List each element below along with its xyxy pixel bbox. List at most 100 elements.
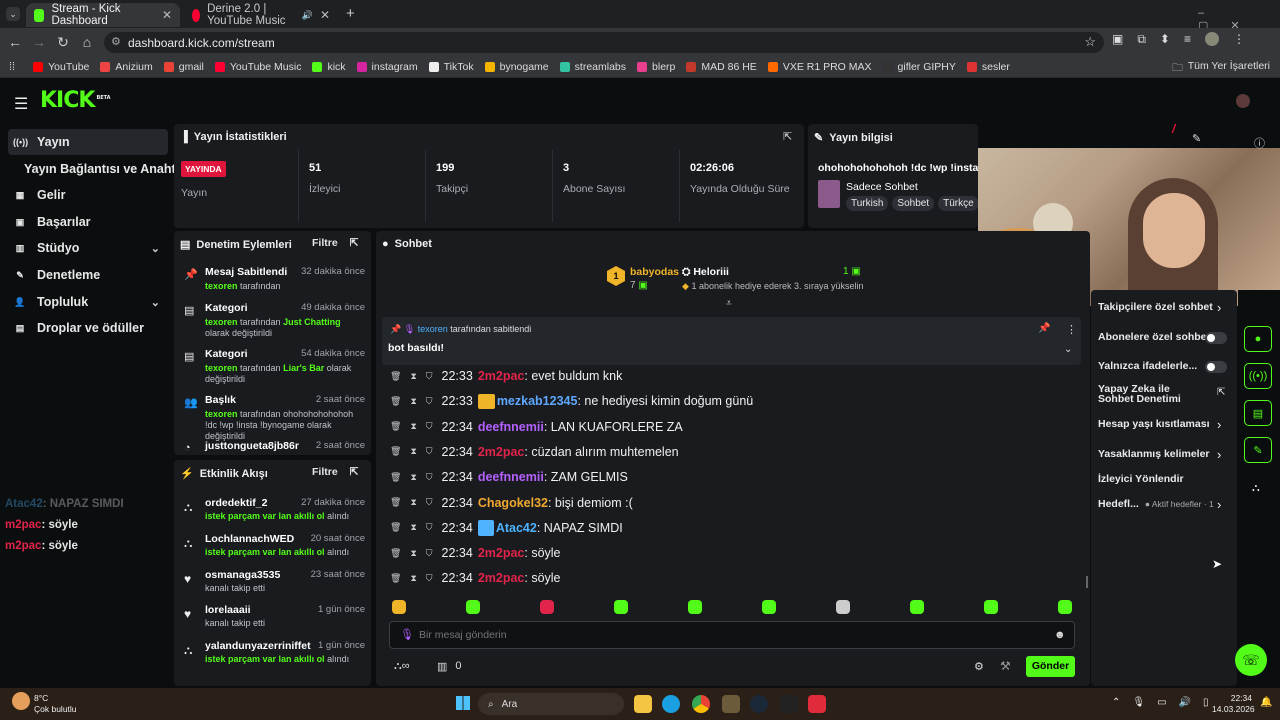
- more-actions-icon[interactable]: ⛬: [1252, 482, 1260, 495]
- gift-target-user[interactable]: ⛭ Heloriii: [682, 266, 729, 279]
- mod-user[interactable]: texoren: [205, 317, 238, 327]
- bookmark-item[interactable]: TikTok: [428, 61, 474, 73]
- tag[interactable]: Sohbet: [892, 196, 935, 211]
- points-icon[interactable]: ⛬∞: [394, 660, 410, 673]
- chevron-up-icon[interactable]: ⌃: [1112, 697, 1120, 708]
- bookmark-item[interactable]: blerp: [637, 61, 675, 73]
- timeout-icon[interactable]: ⧗: [410, 472, 416, 483]
- help-button[interactable]: ☏: [1235, 644, 1267, 676]
- timeout-icon[interactable]: ⧗: [410, 371, 416, 382]
- delete-icon[interactable]: 🗑: [390, 371, 401, 382]
- chat-setting-item[interactable]: Yasaklanmış kelimeler: [1098, 448, 1228, 460]
- bookmark-item[interactable]: VXE R1 PRO MAX: [767, 61, 872, 73]
- close-tab-icon[interactable]: ✕: [162, 8, 172, 22]
- chat-username[interactable]: 2m2pac: [478, 445, 525, 459]
- timeout-icon[interactable]: ⧗: [410, 446, 416, 457]
- delete-icon[interactable]: 🗑: [390, 472, 401, 483]
- emote-icon[interactable]: [392, 600, 406, 614]
- bookmark-item[interactable]: kick: [312, 61, 346, 73]
- chat-setting-item[interactable]: Takipçilere özel sohbet: [1098, 301, 1228, 313]
- chat-username[interactable]: mezkab12345: [497, 394, 578, 408]
- clock[interactable]: 22:34 14.03.2026: [1212, 693, 1255, 715]
- chevron-right-icon[interactable]: ›: [1217, 300, 1221, 315]
- apps-grid-icon[interactable]: ⁞⁞: [9, 61, 15, 73]
- chevron-down-icon[interactable]: ⌄: [151, 296, 160, 309]
- delete-icon[interactable]: 🗑: [390, 573, 401, 584]
- chevron-right-icon[interactable]: ›: [1217, 497, 1221, 512]
- bookmark-item[interactable]: YouTube Music: [214, 61, 301, 73]
- sidebar-item[interactable]: ▤ Droplar ve ödüller: [8, 315, 168, 341]
- address-bar[interactable]: ⚙ dashboard.kick.com/stream ☆: [104, 32, 1104, 53]
- chat-username[interactable]: Atac42: [496, 521, 537, 535]
- popout-icon[interactable]: ⇱: [783, 130, 792, 143]
- timeout-icon[interactable]: ⧗: [410, 548, 416, 559]
- kick-logo[interactable]: KICK BETA: [40, 88, 111, 113]
- forward-icon[interactable]: →: [27, 34, 51, 50]
- delete-icon[interactable]: 🗑: [390, 548, 401, 559]
- chat-username[interactable]: Chagokel32: [478, 496, 548, 510]
- tag[interactable]: Türkçe: [938, 196, 979, 211]
- audio-playing-icon[interactable]: 🔊: [302, 10, 313, 21]
- emote-icon[interactable]: [466, 600, 480, 614]
- bookmark-item[interactable]: streamlabs: [559, 61, 626, 73]
- hamburger-menu-icon[interactable]: ☰: [14, 94, 28, 114]
- pinned-by-user[interactable]: texoren: [418, 324, 448, 334]
- emote-icon[interactable]: [688, 600, 702, 614]
- menu-icon[interactable]: ⋮: [1233, 32, 1245, 47]
- bookmark-item[interactable]: Anizium: [100, 61, 153, 73]
- extension-icon[interactable]: ▣: [1112, 32, 1123, 47]
- sidebar-item[interactable]: ▥ Stüdyo ⌄: [8, 235, 168, 261]
- delete-icon[interactable]: 🗑: [390, 396, 401, 407]
- emote-icon[interactable]: [540, 600, 554, 614]
- delete-icon[interactable]: 🗑: [390, 421, 401, 432]
- puzzle-icon[interactable]: ⧉: [1137, 32, 1146, 47]
- chevron-right-icon[interactable]: ›: [1217, 417, 1221, 432]
- profile-avatar[interactable]: [1205, 32, 1219, 46]
- sidebar-item[interactable]: ▣ Başarılar: [8, 209, 168, 235]
- tag[interactable]: Turkish: [846, 196, 889, 211]
- downloads-icon[interactable]: ⬍: [1160, 32, 1170, 47]
- popout-icon[interactable]: ⇱: [350, 237, 359, 249]
- category-name[interactable]: Sadece Sohbet: [846, 181, 918, 193]
- chat-setting-item[interactable]: Hedefl... ● Aktif hedefler · 1: [1098, 498, 1228, 510]
- delete-icon[interactable]: 🗑: [390, 497, 401, 508]
- stack-action-button[interactable]: ▤: [1244, 400, 1272, 426]
- chat-input[interactable]: [419, 626, 1039, 644]
- chat-username[interactable]: 2m2pac: [478, 546, 525, 560]
- timeout-icon[interactable]: ⧗: [410, 396, 416, 407]
- chat-username[interactable]: deefnnemii: [478, 420, 544, 434]
- broadcast-action-button[interactable]: ((•)): [1244, 363, 1272, 389]
- bookmark-item[interactable]: gifler GIPHY: [882, 61, 956, 73]
- filter-button[interactable]: Filtre: [312, 237, 338, 249]
- edge-icon[interactable]: [662, 695, 680, 713]
- tab-youtube-music[interactable]: Derine 2.0 | YouTube Music 🔊 ✕: [184, 3, 338, 27]
- more-options-icon[interactable]: ⋮: [1066, 323, 1077, 336]
- expand-leaderboard-icon[interactable]: ⩡: [726, 298, 732, 309]
- sidebar-item[interactable]: 👤 Topluluk ⌄: [8, 289, 168, 315]
- mod-user[interactable]: texoren: [205, 363, 238, 373]
- emote-icon[interactable]: [614, 600, 628, 614]
- toggle-switch[interactable]: [1205, 361, 1227, 373]
- site-info-icon[interactable]: ⚙: [111, 35, 121, 48]
- bookmark-item[interactable]: YouTube: [33, 61, 89, 73]
- chat-username[interactable]: 2m2pac: [478, 369, 525, 383]
- sidebar-item[interactable]: Yayın Bağlantısı ve Anahtarı: [8, 156, 191, 182]
- mod-user[interactable]: texoren: [205, 281, 238, 291]
- unpin-icon[interactable]: 📌: [1038, 323, 1050, 334]
- emote-icon[interactable]: [984, 600, 998, 614]
- bot-icon[interactable]: ⚒: [1000, 659, 1011, 673]
- filter-button[interactable]: Filtre: [312, 466, 338, 478]
- tools-action-button[interactable]: ✎: [1244, 437, 1272, 463]
- settings-icon[interactable]: ⚙: [974, 660, 984, 673]
- network-icon[interactable]: ▭: [1157, 697, 1166, 708]
- windows-start-icon[interactable]: [456, 696, 470, 710]
- chat-username[interactable]: 2m2pac: [478, 571, 525, 585]
- mic-icon[interactable]: 🎙: [1132, 697, 1145, 708]
- tab-kick-dashboard[interactable]: Stream - Kick Dashboard ✕: [26, 3, 180, 27]
- delete-icon[interactable]: 🗑: [390, 522, 401, 533]
- battery-icon[interactable]: ▯: [1203, 697, 1209, 708]
- epic-games-icon[interactable]: [780, 695, 798, 713]
- info-icon[interactable]: ⓘ: [1254, 135, 1265, 151]
- bookmark-item[interactable]: sesler: [966, 61, 1010, 73]
- reload-icon[interactable]: ↻: [51, 34, 75, 51]
